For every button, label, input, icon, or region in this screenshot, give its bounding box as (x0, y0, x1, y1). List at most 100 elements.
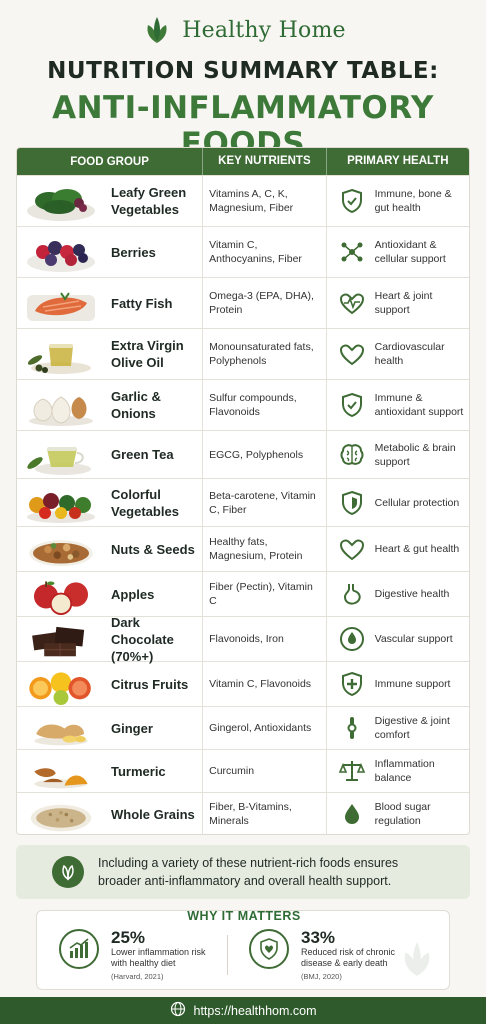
food-cell: Citrus Fruits (17, 662, 202, 706)
food-name: Garlic & Onions (111, 389, 161, 421)
support-text: Digestive & joint comfort (374, 715, 450, 741)
support-text: Cardiovascular health (374, 341, 445, 367)
support-cell: Cellular protection (325, 479, 469, 526)
nutrients-cell: Curcumin (202, 750, 325, 792)
brain-icon (339, 442, 365, 468)
food-name: Green Tea (111, 447, 174, 462)
stat-divider (227, 935, 228, 975)
table-row: Leafy Green Vegetables Vitamins A, C, K, … (17, 175, 469, 226)
food-cell: Green Tea (17, 431, 202, 478)
support-cell: Cardiovascular health (325, 329, 469, 379)
nutrients-cell: Vitamin C, Flavonoids (202, 662, 325, 706)
food-cell: Berries (17, 227, 202, 277)
table-row: Garlic & Onions Sulfur compounds, Flavono… (17, 379, 469, 430)
food-name: Whole Grains (111, 806, 195, 822)
support-cell: Immune, bone & gut health (325, 176, 469, 226)
support-text: Metabolic & brain support (374, 441, 456, 468)
food-cell: Leafy Green Vegetables (17, 176, 202, 226)
nutrients-cell: Vitamins A, C, K, Magnesium, Fiber (202, 176, 325, 226)
stat-inflammation: 25% Lower inflammation risk with healthy… (59, 929, 217, 981)
salmon-image (17, 281, 105, 325)
support-cell: Heart & gut health (325, 527, 469, 571)
olive-oil-image (17, 332, 105, 376)
table-row: Apples Fiber (Pectin), Vitamin C Digestive… (17, 571, 469, 616)
table-row: Colorful Vegetables Beta-carotene, Vitami… (17, 478, 469, 526)
nutrients-cell: Omega-3 (EPA, DHA), Protein (202, 278, 325, 328)
table-row: Dark Chocolate (70%+) Flavonoids, Iron Vas… (17, 615, 469, 664)
leaf-icon (52, 856, 84, 888)
footer-url-link[interactable]: https://healthhom.com (194, 1004, 317, 1018)
table-row: Whole Grains Fiber, B-Vitamins, Minerals B… (17, 792, 469, 834)
nutrients-cell: Monounsaturated fats, Polyphenols (202, 329, 325, 379)
globe-icon (170, 1001, 186, 1020)
nutrients-cell: Beta-carotene, Vitamin C, Fiber (202, 479, 325, 526)
table-row: Fatty Fish Omega-3 (EPA, DHA), Protein Hea… (17, 277, 469, 328)
food-name: Fatty Fish (111, 295, 173, 311)
food-cell: Turmeric (17, 750, 202, 792)
support-cell: Digestive & joint comfort (325, 707, 469, 749)
nutrients-cell: EGCG, Polyphenols (202, 431, 325, 478)
shield-check-icon (339, 188, 365, 214)
leafy-greens-image (17, 179, 105, 223)
nuts-image (17, 529, 105, 570)
food-cell: Extra Virgin Olive Oil (17, 329, 202, 379)
note-text: Including a variety of these nutrient-ri… (98, 856, 399, 888)
food-name: Nuts & Seeds (111, 541, 195, 557)
food-cell: Whole Grains (17, 793, 202, 834)
table-row: Green Tea EGCG, Polyphenols Metabolic & br… (17, 430, 469, 478)
support-text: Inflammation balance (374, 758, 435, 784)
molecule-icon (339, 239, 365, 265)
stat-source: (Harvard, 2021) (111, 972, 164, 981)
support-cell: Inflammation balance (325, 750, 469, 792)
nutrients-cell: Fiber, B-Vitamins, Minerals (202, 793, 325, 834)
apples-image (17, 574, 105, 615)
support-text: Immune support (374, 678, 451, 690)
food-name: Ginger (111, 720, 153, 736)
food-name: Apples (111, 586, 155, 602)
garlic-image (17, 383, 105, 427)
drop-circle-icon (339, 626, 365, 652)
table-body: Leafy Green Vegetables Vitamins A, C, K, … (17, 175, 469, 834)
food-name: Colorful Vegetables (111, 486, 179, 519)
nutrients-cell: Sulfur compounds, Flavonoids (202, 380, 325, 430)
heartbeat-icon (339, 290, 365, 316)
support-cell: Metabolic & brain support (325, 431, 469, 478)
stomach-icon (339, 581, 365, 607)
footer-bar: https://healthhom.com (0, 997, 486, 1024)
food-cell: Dark Chocolate (70%+) (17, 615, 202, 664)
table-row: Nuts & Seeds Healthy fats, Magnesium, Pro… (17, 526, 469, 571)
support-cell: Immune & antioxidant support (325, 380, 469, 430)
support-text: Heart & joint support (374, 290, 433, 316)
support-text: Blood sugar regulation (374, 801, 431, 827)
food-cell: Ginger (17, 707, 202, 749)
food-name: Berries (111, 244, 156, 260)
drop-icon (339, 801, 365, 827)
shield-plus-icon (339, 671, 365, 697)
food-cell: Garlic & Onions (17, 380, 202, 430)
support-text: Digestive health (374, 588, 450, 600)
shield-heart-icon (249, 929, 289, 969)
joint-icon (339, 715, 365, 741)
scale-icon (338, 758, 365, 784)
nutrients-cell: Fiber (Pectin), Vitamin C (202, 572, 325, 616)
vegetables-image (17, 481, 105, 525)
table-row: Berries Vitamin C, Anthocyanins, Fiber Ant… (17, 226, 469, 277)
food-name: Turmeric (111, 763, 166, 779)
turmeric-image (17, 752, 105, 791)
table-row: Extra Virgin Olive Oil Monounsaturated fa… (17, 328, 469, 379)
table-row: Ginger Gingerol, Antioxidants Digestive & … (17, 706, 469, 749)
support-text: Vascular support (374, 633, 453, 645)
table-row: Citrus Fruits Vitamin C, Flavonoids Immune… (17, 661, 469, 706)
brand-name: Healthy Home (182, 17, 346, 43)
table-row: Turmeric Curcumin Inflammation balance (17, 749, 469, 792)
food-name: Dark Chocolate (70%+) (111, 614, 174, 664)
food-cell: Apples (17, 572, 202, 616)
nutrients-cell: Healthy fats, Magnesium, Protein (202, 527, 325, 571)
table-header: FOOD GROUP KEY NUTRIENTS PRIMARY HEALTH … (17, 148, 469, 194)
food-cell: Colorful Vegetables (17, 479, 202, 526)
brand-header: Healthy Home (0, 10, 486, 50)
support-cell: Vascular support (325, 617, 469, 661)
nutrients-cell: Gingerol, Antioxidants (202, 707, 325, 749)
food-name: Extra Virgin Olive Oil (111, 338, 184, 370)
chart-up-icon (59, 929, 99, 969)
